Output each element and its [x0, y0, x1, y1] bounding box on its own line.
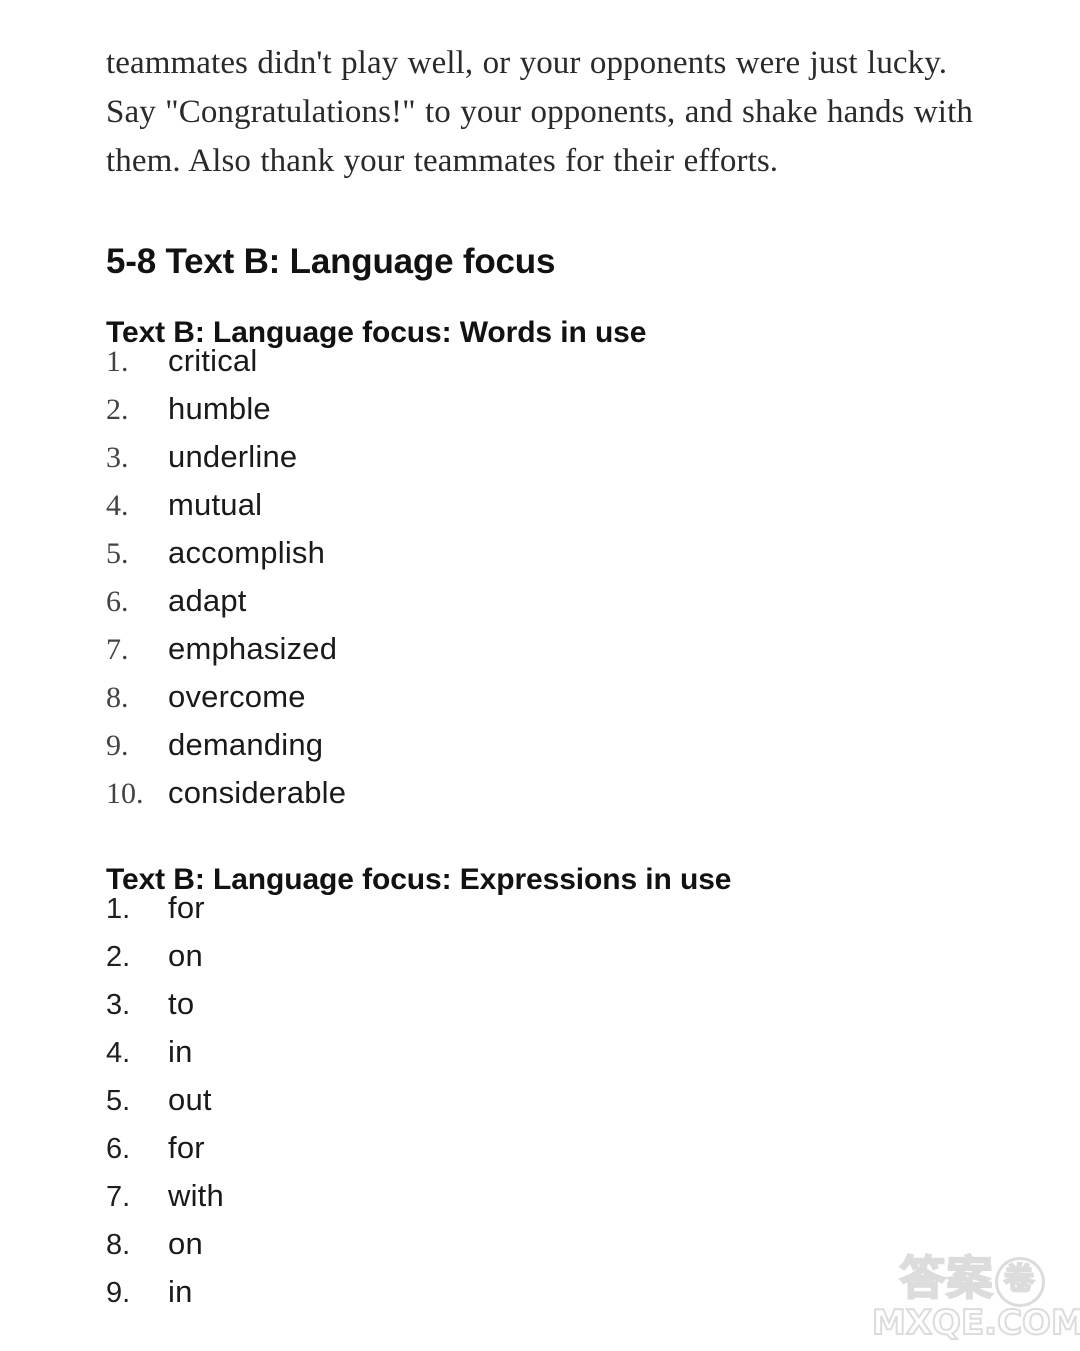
list-item: 6. for	[106, 1124, 224, 1172]
watermark-chinese-chars: 答案	[899, 1250, 994, 1306]
item-answer: considerable	[168, 775, 347, 810]
item-answer: overcome	[168, 679, 306, 714]
item-answer: mutual	[168, 487, 263, 522]
item-number: 7.	[106, 1181, 131, 1213]
answer-list-words-in-use: 1. critical 2. humble 3. underline 4. mu…	[106, 337, 346, 817]
item-number: 2.	[106, 941, 131, 973]
item-answer: in	[168, 1274, 193, 1309]
item-number: 4.	[106, 1037, 131, 1069]
list-item: 5. accomplish	[106, 529, 346, 577]
watermark-chinese-text: 答案卷	[872, 1250, 1072, 1307]
list-item: 7. emphasized	[106, 625, 346, 673]
list-item: 4. mutual	[106, 481, 346, 529]
list-item: 2. humble	[106, 385, 346, 433]
item-answer: with	[168, 1178, 224, 1213]
page-title: 5-8 Text B: Language focus	[106, 242, 556, 282]
item-number: 6.	[106, 1133, 131, 1165]
list-item: 8. overcome	[106, 673, 346, 721]
item-number: 7.	[106, 633, 129, 666]
list-item: 2. on	[106, 932, 224, 980]
item-number: 9.	[106, 729, 129, 762]
item-answer: underline	[168, 439, 298, 474]
item-answer: adapt	[168, 583, 247, 618]
item-number: 3.	[106, 441, 129, 474]
item-answer: demanding	[168, 727, 324, 762]
item-answer: in	[168, 1034, 193, 1069]
intro-paragraph: teammates didn't play well, or your oppo…	[106, 45, 973, 179]
document-page: teammates didn't play well, or your oppo…	[0, 0, 1080, 1351]
answer-list-expressions-in-use: 1. for 2. on 3. to 4. in 5. out 6. for 7…	[106, 884, 224, 1316]
item-number: 4.	[106, 489, 129, 522]
item-answer: on	[168, 1226, 203, 1261]
list-item: 9. demanding	[106, 721, 346, 769]
item-answer: humble	[168, 391, 271, 426]
list-item: 6. adapt	[106, 577, 346, 625]
list-item: 1. for	[106, 884, 224, 932]
item-number: 1.	[106, 893, 131, 925]
item-answer: to	[168, 986, 195, 1021]
item-number: 5.	[106, 537, 129, 570]
item-answer: critical	[168, 343, 258, 378]
item-number: 8.	[106, 1229, 131, 1261]
list-item: 1. critical	[106, 337, 346, 385]
item-number: 3.	[106, 989, 131, 1021]
item-answer: emphasized	[168, 631, 338, 666]
item-answer: on	[168, 938, 203, 973]
list-item: 10. considerable	[106, 769, 346, 817]
item-answer: for	[168, 890, 205, 925]
item-number: 6.	[106, 585, 129, 618]
list-item: 5. out	[106, 1076, 224, 1124]
list-item: 9. in	[106, 1268, 224, 1316]
item-number: 2.	[106, 393, 129, 426]
list-item: 7. with	[106, 1172, 224, 1220]
watermark-url-text: MXQE.COM	[871, 1302, 1080, 1344]
watermark-circled-char: 卷	[994, 1256, 1045, 1307]
list-item: 3. underline	[106, 433, 346, 481]
item-number: 5.	[106, 1085, 131, 1117]
item-number: 8.	[106, 681, 129, 714]
list-item: 3. to	[106, 980, 224, 1028]
item-number: 9.	[106, 1277, 131, 1309]
item-number: 1.	[106, 345, 129, 378]
list-item: 4. in	[106, 1028, 224, 1076]
site-watermark: 答案卷 MXQE.COM	[871, 1250, 1080, 1347]
item-answer: for	[168, 1130, 205, 1165]
list-item: 8. on	[106, 1220, 224, 1268]
item-number: 10.	[106, 777, 144, 810]
item-answer: accomplish	[168, 535, 326, 570]
item-answer: out	[168, 1082, 212, 1117]
